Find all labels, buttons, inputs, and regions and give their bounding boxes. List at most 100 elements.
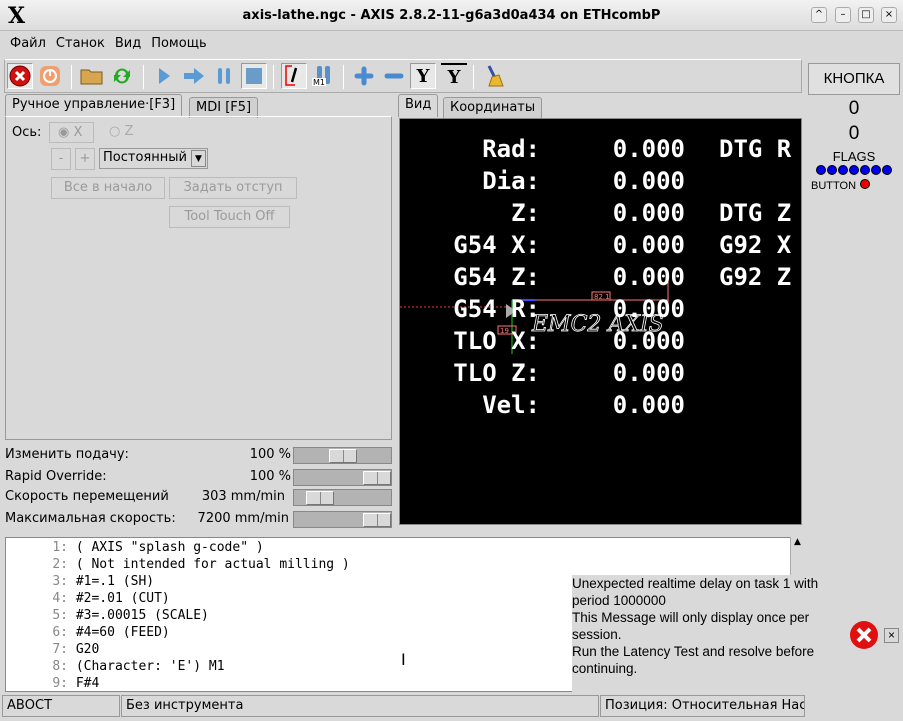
- slider-thumb[interactable]: [306, 491, 334, 505]
- step-icon: [184, 68, 204, 84]
- flag-led: [827, 165, 837, 175]
- notification: Unexpected realtime delay on task 1 with…: [572, 575, 903, 693]
- gcode-line[interactable]: 6: #4=60 (FEED): [6, 625, 169, 640]
- dro-label: G54 R:: [453, 295, 540, 323]
- line-number: 3:: [52, 574, 68, 589]
- optional-stop-button[interactable]: M1: [310, 63, 336, 89]
- minimize-button[interactable]: –: [835, 7, 851, 23]
- menu-file[interactable]: Файл: [0, 31, 51, 51]
- flag-led: [849, 165, 859, 175]
- dro-label: Vel:: [482, 391, 540, 419]
- flag-led: [838, 165, 848, 175]
- run-button[interactable]: [151, 63, 177, 89]
- position-mode: Позиция: Относительная Нас: [600, 695, 805, 717]
- line-text: F#4: [75, 676, 100, 691]
- menu-view[interactable]: Вид: [110, 31, 146, 51]
- power-button[interactable]: [37, 63, 63, 89]
- line-text: (Character: 'E') M1: [75, 659, 225, 674]
- axis-x-radio[interactable]: ◉ X: [49, 122, 94, 143]
- step-button[interactable]: [181, 63, 207, 89]
- tab-mdi[interactable]: MDI [F5]: [189, 97, 259, 118]
- tab-view[interactable]: Вид: [398, 94, 439, 117]
- pyvcp-button[interactable]: КНОПКА: [808, 63, 900, 95]
- menu-machine[interactable]: Станок: [51, 31, 110, 51]
- gcode-line[interactable]: 1: ( AXIS "splash g-code" ): [6, 540, 263, 555]
- line-number: 2:: [52, 557, 68, 572]
- gcode-line[interactable]: 7: G20: [6, 642, 99, 657]
- notification-line: continuing.: [572, 661, 638, 676]
- manual-control-panel: Ось: ◉ X ○ Z - + Постоянный ▼ Все в начал…: [5, 116, 392, 440]
- zoom-out-button[interactable]: [381, 63, 407, 89]
- gcode-line[interactable]: 5: #3=.00015 (SCALE): [6, 608, 209, 623]
- pyvcp-value-2: 0: [848, 123, 860, 144]
- optional-stop-icon: M1: [312, 66, 330, 87]
- gcode-line[interactable]: 9: F#4: [6, 676, 99, 691]
- view-y-button[interactable]: Y: [410, 63, 436, 89]
- slider-thumb[interactable]: [329, 449, 357, 463]
- dro-label: G54 X:: [453, 231, 540, 259]
- svg-text:M1: M1: [313, 78, 325, 87]
- folder-icon: [80, 69, 103, 85]
- clear-plot-button[interactable]: [481, 63, 507, 89]
- line-number: 4:: [52, 591, 68, 606]
- tab-manual[interactable]: Ручное управление·[F3]: [5, 94, 183, 117]
- rapid-override-value: 100 %: [249, 469, 291, 484]
- dro-right-label: DTG Z: [719, 199, 792, 227]
- toolbar: M1 Y Y: [4, 59, 802, 93]
- view-y-rotated-button[interactable]: Y: [441, 63, 467, 89]
- zoom-in-button[interactable]: [351, 63, 377, 89]
- touch-off-button[interactable]: Задать отступ: [169, 177, 297, 199]
- estop-button[interactable]: [7, 63, 33, 89]
- notification-close-button[interactable]: ×: [884, 628, 899, 643]
- reload-button[interactable]: [109, 63, 135, 89]
- maximize-button[interactable]: □: [858, 7, 874, 23]
- preview-canvas[interactable]: 82.1 19 EMC2 AXIS Rad: 0.000 DTG R Dia: 0.00…: [399, 118, 802, 525]
- line-number: 1:: [52, 540, 68, 555]
- rapid-override-slider[interactable]: [293, 469, 392, 486]
- axis-z-radio[interactable]: ○ Z: [109, 124, 133, 139]
- jog-mode-select[interactable]: Постоянный ▼: [99, 148, 208, 169]
- home-all-button[interactable]: Все в начало: [51, 177, 165, 199]
- menu-help[interactable]: Помощь: [146, 31, 211, 51]
- dro-label: Rad:: [482, 135, 540, 163]
- dro-right-label: G92 X: [719, 231, 792, 259]
- jog-speed-value: 303 mm/min: [201, 489, 285, 504]
- gcode-line[interactable]: 4: #2=.01 (CUT): [6, 591, 169, 606]
- pause-button[interactable]: [211, 63, 237, 89]
- menu-bar: Файл Станок Вид Помощь: [0, 31, 903, 57]
- line-text: G20: [75, 642, 100, 657]
- open-file-button[interactable]: [79, 63, 105, 89]
- dro-label: TLO Z:: [453, 359, 540, 387]
- machine-state: АВОСТ: [2, 695, 120, 717]
- play-icon: [159, 68, 170, 84]
- slider-thumb[interactable]: [363, 513, 391, 527]
- block-delete-button[interactable]: [281, 63, 307, 89]
- stop-button[interactable]: [241, 63, 267, 89]
- slider-thumb[interactable]: [363, 471, 391, 485]
- line-number: 7:: [52, 642, 68, 657]
- reload-icon: [114, 68, 130, 84]
- feed-override-value: 100 %: [249, 447, 291, 462]
- scroll-up-icon[interactable]: ▲: [791, 537, 804, 547]
- dro-value: 0.000: [612, 199, 685, 227]
- jog-minus-button[interactable]: -: [51, 148, 71, 170]
- dro-value: 0.000: [612, 359, 685, 387]
- shade-button[interactable]: ^: [811, 7, 827, 23]
- tool-touch-off-button[interactable]: Tool Touch Off: [169, 206, 290, 228]
- close-window-button[interactable]: ×: [881, 7, 897, 23]
- gcode-line[interactable]: 8: (Character: 'E') M1: [6, 659, 225, 674]
- line-number: 8:: [52, 659, 68, 674]
- feed-override-slider[interactable]: [293, 447, 392, 464]
- gcode-line[interactable]: 2: ( Not intended for actual milling ): [6, 557, 349, 572]
- tab-coordinates[interactable]: Координаты: [443, 97, 543, 118]
- stop-icon: [246, 68, 262, 84]
- flags-label: FLAGS: [832, 149, 876, 164]
- jog-speed-slider[interactable]: [293, 489, 392, 506]
- view-y-icon: Y: [416, 65, 430, 87]
- max-velocity-slider[interactable]: [293, 511, 392, 528]
- gcode-line[interactable]: 3: #1=.1 (SH): [6, 574, 154, 589]
- flag-led: [871, 165, 881, 175]
- jog-plus-button[interactable]: +: [75, 148, 95, 170]
- pause-icon: [218, 68, 230, 84]
- button-label: BUTTON: [811, 180, 857, 192]
